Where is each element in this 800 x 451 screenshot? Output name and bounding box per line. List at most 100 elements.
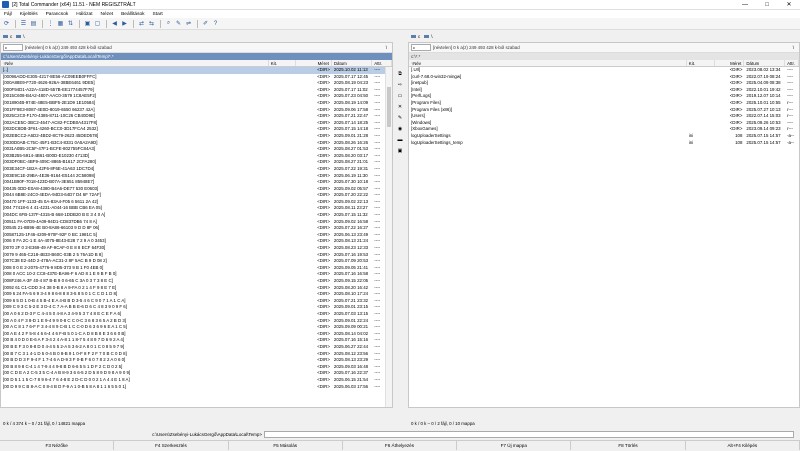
left-drive-c[interactable]: c — [3, 34, 12, 39]
list-item[interactable]: [Users] <DIR> 2022.07.14 15:03 r--- — [409, 113, 799, 120]
copy-icon[interactable]: ⧉ — [397, 70, 404, 77]
edit-icon[interactable]: ✎ — [397, 114, 404, 121]
list-item[interactable]: logUploaderSettings ini 108 2025.07.15 14:5… — [409, 133, 799, 140]
list-item[interactable]: [inetpub] <DIR> 2025.04.09 08:38 ---- — [409, 80, 799, 87]
left-root-button[interactable]: \ — [386, 45, 387, 50]
menu-start[interactable]: Start — [153, 12, 163, 17]
list-item[interactable]: logUploaderSettings_temp ini 108 2025.07.15… — [409, 140, 799, 147]
list-item[interactable]: [009 6 24 FA-5 6 9 3-4 9 8 6-8 8 8 3-5 8… — [1, 291, 392, 298]
list-item[interactable]: [008F246 A-3F 40-4 87 B-B 9 0 6-65 C 3A … — [1, 278, 392, 285]
f6-move-button[interactable]: F6 Áthelyezés — [343, 441, 458, 450]
list-item[interactable]: [00470 1FF-1133-45 0A-83A4-F05 6 5611 2A… — [1, 199, 392, 206]
f7-newfolder-button[interactable]: F7 Új mappa — [457, 441, 572, 450]
right-drive-select[interactable]: c — [411, 44, 431, 51]
list-item[interactable]: [Program Files (x86)] <DIR> 2025.07.27 10:… — [409, 107, 799, 114]
list-item[interactable]: [003B255-5914-4B61-B00D-E10230 4713D] <DI… — [1, 153, 392, 160]
list-item[interactable]: [00511 FA-07D9-4A09-94D1-CD837DB6 74 8 A… — [1, 219, 392, 226]
list-item[interactable]: [Program Files] <DIR> 2025.10.01 10:55 r--- — [409, 100, 799, 107]
sync-icon[interactable]: ⇌ — [184, 19, 193, 28]
list-item[interactable]: [0079 9 465-C218-4B33-B60C-03B 2 5 76A1D… — [1, 252, 392, 259]
right-current-path[interactable]: c:\*.* — [409, 53, 799, 60]
col-attr[interactable]: Attr. — [785, 60, 799, 66]
list-item[interactable]: [XboxGames] <DIR> 2023.09.14 09:23 r--- — [409, 126, 799, 133]
list-item[interactable]: [00 D 5 1 1 5 C-7 8 9 6-4 7 6 4-8 E 2 D-… — [1, 377, 392, 384]
list-item[interactable]: [004DC 6FB-137F-4315-B 668-1DDB20 B E 3 … — [1, 212, 392, 219]
newfolder-icon[interactable]: ▭ — [397, 92, 404, 99]
f3-view-button[interactable]: F3 Nézőke — [0, 441, 115, 450]
list-item[interactable]: [009 C 9 3 C 5-2 E 3 D-4 C 7 A-A B B E-6… — [1, 304, 392, 311]
list-item[interactable]: [Intel] <DIR> 2022.10.01 19:42 ---- — [409, 87, 799, 94]
ftp-connect-icon[interactable]: ⇄ — [137, 19, 146, 28]
left-drive-select[interactable]: c — [3, 44, 23, 51]
menu-configuration[interactable]: Beállítások — [121, 12, 144, 17]
maximize-button[interactable]: □ — [756, 0, 778, 10]
left-current-path[interactable]: c:\Users\Zsebényi-LukácsGergő\AppData\Lo… — [1, 53, 392, 60]
menu-view[interactable]: Nézet — [101, 12, 114, 17]
list-item[interactable]: [006 0 FA 2C-1 E 4A-4075-8E43-E28 7 2 9 … — [1, 238, 392, 245]
left-scrollbar[interactable] — [385, 67, 392, 407]
list-item[interactable]: [00545 21-8B96-4E B0-8A86-66103 9 D D 8F… — [1, 225, 392, 232]
command-input[interactable] — [264, 430, 794, 438]
help-icon[interactable]: ? — [211, 19, 220, 28]
right-network-drive[interactable]: \ — [424, 34, 433, 39]
list-item[interactable]: [00 B D D 3 F 9-4 F 1 7-4 6 A D-9 3 F 0-… — [1, 357, 392, 364]
list-item[interactable]: [0030D0AB-C75C-45F1-B3C4-8331 0A5A2A9D] <… — [1, 140, 392, 147]
col-date[interactable]: Dátum — [332, 60, 373, 66]
col-size[interactable]: Méret — [296, 60, 332, 66]
f4-edit-button[interactable]: F4 Szerkesztés — [114, 441, 229, 450]
list-item[interactable]: [00 B 4 0 D 0 E-6 A F 3-4 2 4 A-8 1 1 8-… — [1, 337, 392, 344]
list-item[interactable]: [008 0 0 E 2-2075-4776-9 8D5-373 9 B 1 F… — [1, 265, 392, 272]
list-item[interactable]: [00096ADD-E305-4217-8E56-AC09EEB0FFFC] <D… — [1, 74, 392, 81]
sort-icon[interactable]: ⇅ — [66, 19, 75, 28]
list-item[interactable]: [.Url] <DIR> 2023.08.02 13:34 ---- — [409, 67, 799, 74]
rename-icon[interactable]: ✎ — [174, 19, 183, 28]
list-item[interactable]: [PerfLogs] <DIR> 2019.12.07 10:14 ---- — [409, 93, 799, 100]
col-ext[interactable]: Kit. — [269, 60, 297, 66]
find-icon[interactable]: ⌕ — [164, 19, 173, 28]
right-drive-c[interactable]: c — [411, 34, 420, 39]
col-attr[interactable]: Attr. — [372, 60, 393, 66]
list-item[interactable]: [0015C608-B4A2-4807-AAC0-3579 1C8AE5F2] <… — [1, 93, 392, 100]
list-item[interactable]: [003DF0BC-4BF9-409C-8865-B1617 2CFA280] <… — [1, 159, 392, 166]
notepad-icon[interactable]: ✐ — [201, 19, 210, 28]
list-item[interactable]: [0025C2C0-F170-4385-8711-10C26 CB40D9E] <… — [1, 113, 392, 120]
menu-commands[interactable]: Parancsok — [46, 12, 69, 17]
right-root-button[interactable]: \ — [793, 45, 794, 50]
move-icon[interactable]: ⇨ — [397, 81, 404, 88]
col-name[interactable]: ↑Név — [409, 60, 687, 66]
list-item[interactable]: [00 A 0 4 F 3 8-D 1 E 9-4 9 9 0-8 C C 0-… — [1, 318, 392, 325]
list-item[interactable]: [002DC8DB-3F61-4260-BCC0-3D17FCA4 2532] <… — [1, 126, 392, 133]
list-item[interactable]: [008 0 ACC 10-2 CC8-437E-BA96-F 6 AD 8 1… — [1, 271, 392, 278]
thumbnail-icon[interactable]: ▦ — [56, 19, 65, 28]
menu-file[interactable]: Fájl — [4, 12, 12, 17]
list-item[interactable]: [00435 0DD-E0A8-4380-B4A6-DE77 530 E0603… — [1, 186, 392, 193]
pack-files-icon[interactable]: ▣ — [397, 147, 404, 154]
list-item[interactable]: [000F94D1-A22A-418D-557B-EE1774457F79] <D… — [1, 87, 392, 94]
col-ext[interactable]: Kit. — [687, 60, 715, 66]
left-network-drive[interactable]: \ — [16, 34, 25, 39]
altf4-exit-button[interactable]: Alt+F4 Kilépés — [686, 441, 800, 450]
list-item[interactable]: [00 A E 4 2 F 5-8 4 6 6-4 4 6 F-B 5 0 1-… — [1, 331, 392, 338]
list-item[interactable]: [004 77418-6 4 41-4231-A044-16 BBB CB6 E… — [1, 205, 392, 212]
brief-view-icon[interactable]: ☰ — [19, 19, 28, 28]
full-view-icon[interactable]: ▤ — [29, 19, 38, 28]
list-item[interactable]: [000A88E9-F720-4626-926A-38BE6461 9DE5] <… — [1, 80, 392, 87]
col-name[interactable]: ↑Név — [1, 60, 269, 66]
list-item[interactable]: [00 D 9 9 C B 8-A C 0 8-4 B D F-9 A 1 0-… — [1, 384, 392, 391]
list-item[interactable]: [002EBCC2-A6D2-4BD2-8C79-2623 45DED578] <… — [1, 133, 392, 140]
refresh-icon[interactable]: ⟳ — [2, 19, 11, 28]
list-item[interactable]: [0070 2F 0 2-E369-49 AF-9CAF-0 E 8 8 ECF… — [1, 245, 392, 252]
col-date[interactable]: Dátum — [744, 60, 786, 66]
close-button[interactable]: ✕ — [778, 0, 800, 10]
f8-delete-button[interactable]: F8 Törlés — [571, 441, 686, 450]
menu-net[interactable]: Hálózat — [76, 12, 92, 17]
ftp-new-icon[interactable]: ⇆ — [147, 19, 156, 28]
list-item[interactable]: [0031A0B5-2C5F-47F1-BCFE-802755FC84A3] <D… — [1, 146, 392, 153]
list-item[interactable]: [0092 61 C1-CDD 3-4 38 0-B 8 A 9-FA 0 2 … — [1, 285, 392, 292]
f5-copy-button[interactable]: F5 Másolás — [229, 441, 343, 450]
list-item[interactable]: [00 C D E A 2 C-5 3 5 C-4 A B 8-9 3 6 6-… — [1, 370, 392, 377]
folder-icon[interactable]: ▬ — [397, 136, 404, 143]
list-item[interactable]: [009 6 5 D 1 0-B 4 5 B-4 E A 4-B B D 3-5… — [1, 298, 392, 305]
list-item[interactable]: [00 B 8 9 8 C-4 1 4 7-9 4 4 9-8 B D 6-6 … — [1, 364, 392, 371]
col-size[interactable]: Méret — [715, 60, 745, 66]
